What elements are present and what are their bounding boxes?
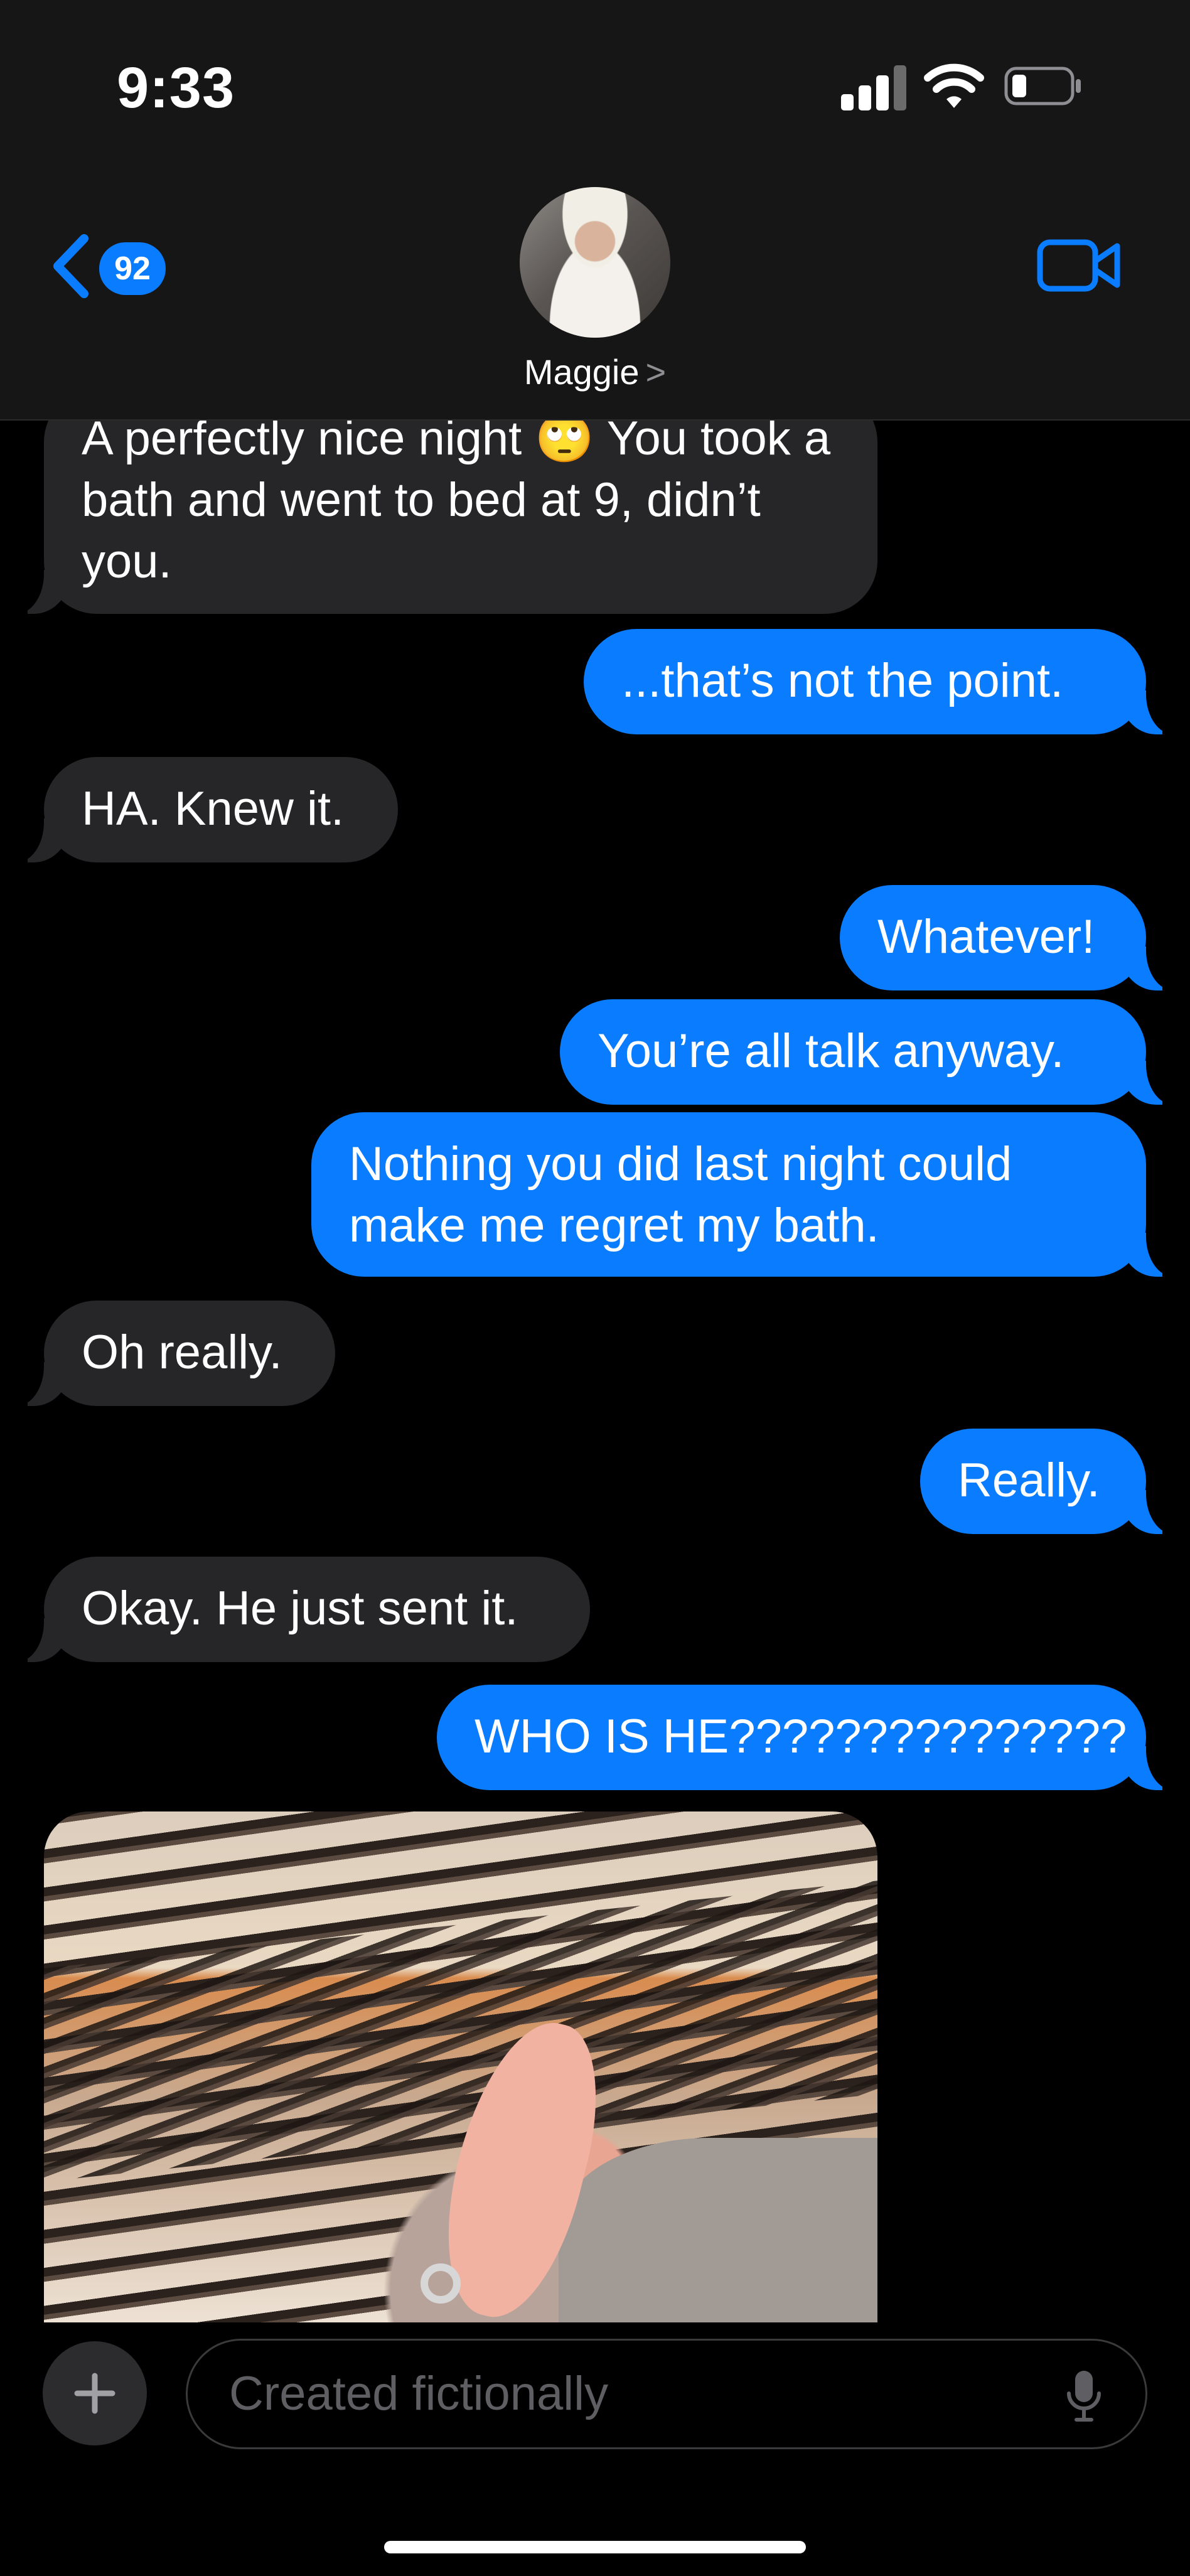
message-text: A perfectly nice night 🙄 You took a bath…	[82, 412, 831, 588]
message-outgoing[interactable]: WHO IS HE???????????????	[437, 1685, 1179, 1790]
photo-hair	[44, 1881, 877, 2182]
message-outgoing[interactable]: You’re all talk anyway.	[560, 999, 1179, 1105]
message-text: ...that’s not the point.	[621, 654, 1064, 707]
message-text: You’re all talk anyway.	[598, 1024, 1064, 1078]
message-incoming[interactable]: A perfectly nice night 🙄 You took a bath…	[11, 389, 877, 614]
message-incoming[interactable]: Oh really.	[11, 1301, 335, 1406]
message-incoming[interactable]: Okay. He just sent it.	[11, 1557, 590, 1662]
home-indicator[interactable]	[384, 2541, 806, 2553]
contact-name: Maggie	[523, 352, 640, 392]
status-time: 9:33	[117, 56, 235, 120]
unread-count-badge: 92	[99, 242, 166, 295]
status-bar: 9:33	[0, 0, 1190, 163]
message-text: Nothing you did last night could make me…	[349, 1137, 1012, 1252]
message-text: Okay. He just sent it.	[82, 1582, 518, 1635]
cellular-signal-icon	[841, 65, 909, 110]
message-outgoing[interactable]: Nothing you did last night could make me…	[311, 1112, 1179, 1277]
message-incoming[interactable]: HA. Knew it.	[11, 757, 398, 862]
contact-avatar[interactable]	[520, 187, 670, 338]
message-text: Oh really.	[82, 1326, 282, 1379]
conversation-header: 9:33 92 Maggie >	[0, 0, 1190, 421]
add-attachment-button[interactable]	[43, 2341, 147, 2445]
back-button[interactable]: 92	[49, 227, 168, 303]
message-outgoing[interactable]: Whatever!	[840, 885, 1179, 990]
photo-earring	[421, 2263, 461, 2304]
microphone-icon[interactable]	[1065, 2369, 1103, 2422]
plus-icon	[74, 2373, 115, 2414]
contact-name-button[interactable]: Maggie >	[0, 352, 1190, 392]
photo-skin	[559, 2138, 877, 2322]
message-text: WHO IS HE???????????????	[474, 1710, 1127, 1763]
battery-icon	[1004, 67, 1081, 105]
chevron-right-icon: >	[645, 352, 667, 392]
video-call-icon[interactable]	[1037, 237, 1121, 294]
message-text: Whatever!	[877, 910, 1095, 963]
message-input-placeholder: Created fictionally	[229, 2367, 609, 2420]
chevron-left-icon	[53, 234, 88, 298]
message-text: Really.	[958, 1454, 1100, 1507]
message-outgoing[interactable]: ...that’s not the point.	[584, 629, 1179, 734]
photo-attachment[interactable]	[44, 1811, 877, 2322]
message-text: HA. Knew it.	[82, 782, 345, 835]
compose-bar: Created fictionally	[0, 2324, 1190, 2576]
message-input[interactable]: Created fictionally	[186, 2339, 1147, 2449]
message-outgoing[interactable]: Really.	[920, 1429, 1179, 1534]
wifi-icon	[924, 63, 984, 108]
